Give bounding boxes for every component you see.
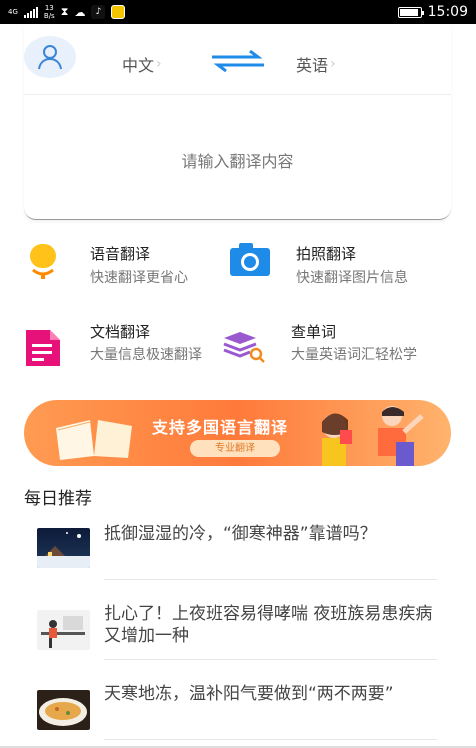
language-bar: 中文 › 英语 › bbox=[24, 24, 451, 95]
swap-arrows-icon[interactable] bbox=[210, 49, 266, 73]
section-title: 每日推荐 bbox=[24, 489, 92, 509]
translate-input[interactable]: 请输入翻译内容 bbox=[24, 148, 451, 172]
tiktok-icon: ♪ bbox=[91, 5, 106, 19]
cloud-icon: ☁ bbox=[74, 5, 86, 19]
divider bbox=[104, 659, 437, 660]
source-language-label: 中文 bbox=[122, 56, 155, 75]
news-title: 扎心了！上夜班容易得哮喘 夜班族易患疾病又增加一种 bbox=[104, 604, 433, 646]
news-item[interactable]: 天寒地冻，温补阳气要做到“两不两要” bbox=[37, 678, 437, 740]
target-language-label: 英语 bbox=[296, 56, 329, 75]
feature-subtitle: 大量英语词汇轻松学 bbox=[291, 347, 417, 363]
people-illustration bbox=[322, 406, 424, 466]
feature-title: 拍照翻译 bbox=[296, 245, 357, 263]
news-thumbnail bbox=[37, 610, 90, 650]
clock: 15:09 bbox=[427, 4, 468, 20]
news-thumbnail bbox=[37, 690, 90, 730]
document-icon bbox=[24, 330, 64, 370]
news-title: 抵御湿湿的冷，“御寒神器”靠谱吗？ bbox=[104, 524, 377, 544]
feature-subtitle: 快速翻译更省心 bbox=[90, 270, 188, 286]
microphone-icon bbox=[24, 240, 64, 280]
divider bbox=[104, 739, 437, 740]
news-title: 天寒地冻，温补阳气要做到“两不两要” bbox=[104, 684, 394, 704]
network-speed: 13 B/s bbox=[43, 4, 55, 20]
book-search-icon bbox=[222, 330, 265, 370]
source-language-selector[interactable]: 中文 › bbox=[122, 52, 162, 76]
translate-card: 中文 › 英语 › 请输入翻译内容 bbox=[24, 24, 451, 220]
feature-title: 语音翻译 bbox=[90, 245, 151, 263]
banner-title: 支持多国语言翻译 bbox=[152, 418, 289, 437]
divider bbox=[104, 579, 437, 580]
news-thumbnail bbox=[37, 528, 90, 568]
news-item[interactable]: 抵御湿湿的冷，“御寒神器”靠谱吗？ bbox=[37, 518, 437, 580]
chevron-right-icon: › bbox=[156, 56, 162, 72]
feature-title: 文档翻译 bbox=[90, 323, 151, 341]
feature-title: 查单词 bbox=[291, 323, 337, 341]
promo-banner[interactable]: 支持多国语言翻译 专业翻译 bbox=[24, 400, 451, 466]
open-book-icon bbox=[56, 420, 132, 460]
user-icon[interactable] bbox=[24, 36, 76, 78]
signal-icon bbox=[23, 6, 38, 18]
feature-subtitle: 大量信息极速翻译 bbox=[90, 347, 202, 363]
battery-icon bbox=[397, 6, 424, 18]
feature-subtitle: 快速翻译图片信息 bbox=[296, 270, 408, 286]
news-item[interactable]: 扎心了！上夜班容易得哮喘 夜班族易患疾病又增加一种 bbox=[37, 598, 437, 660]
network-label: 4G bbox=[8, 8, 18, 16]
camera-icon bbox=[229, 240, 270, 280]
app-icon bbox=[111, 5, 126, 19]
status-bar: 4G 13 B/s ⧗ ☁ ♪ 15:09 bbox=[0, 0, 476, 24]
hourglass-icon: ⧗ bbox=[60, 5, 69, 18]
chevron-right-icon: › bbox=[330, 56, 336, 72]
target-language-selector[interactable]: 英语 › bbox=[296, 52, 336, 76]
banner-button[interactable]: 专业翻译 bbox=[190, 440, 280, 457]
